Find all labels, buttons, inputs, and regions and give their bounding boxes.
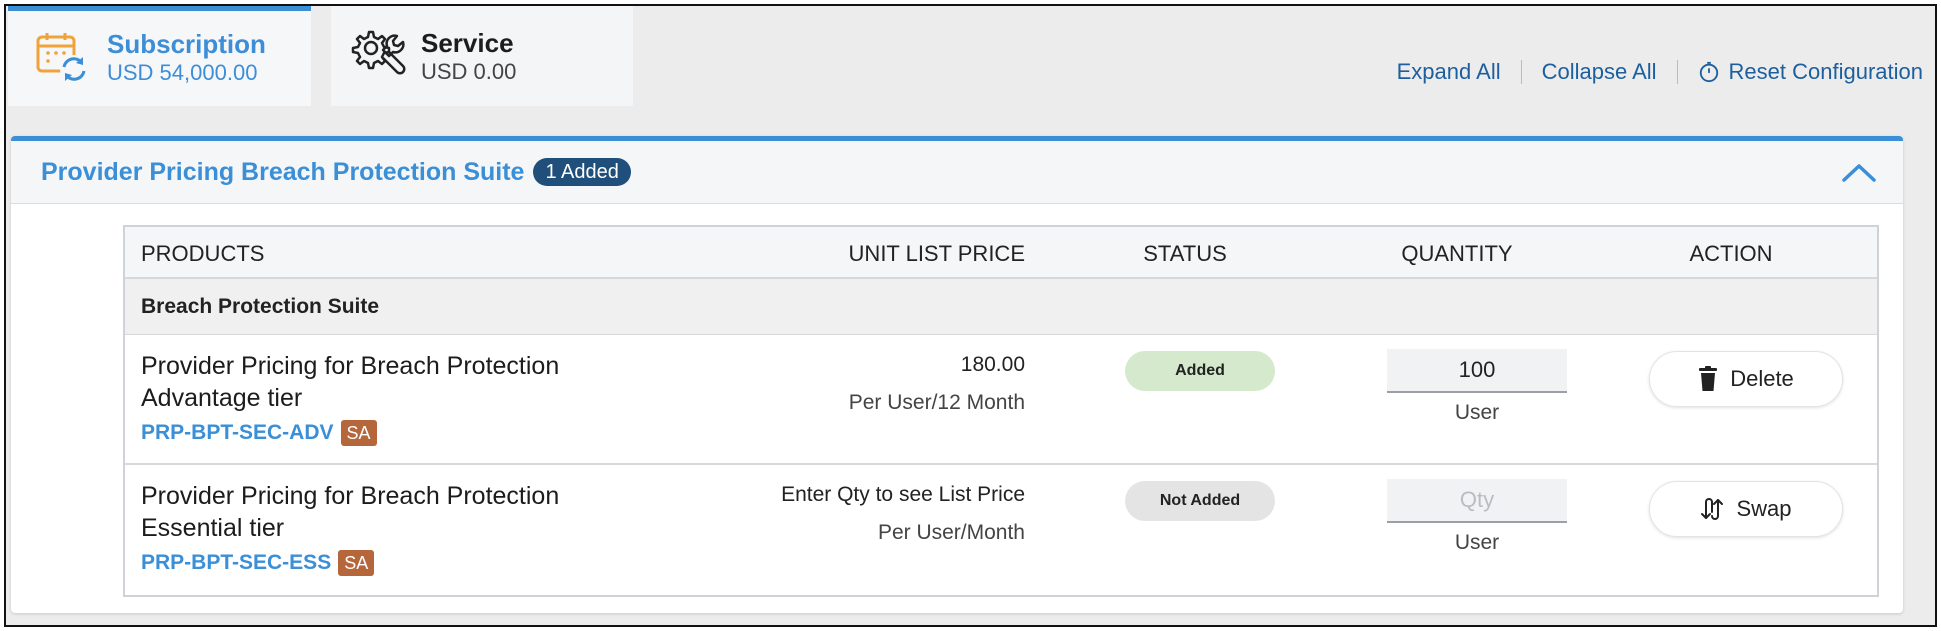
quantity-input[interactable] — [1387, 479, 1567, 523]
product-name-line1: Provider Pricing for Breach Protection — [141, 482, 560, 510]
product-name-line1: Provider Pricing for Breach Protection — [141, 352, 560, 380]
product-name: Provider Pricing for Breach Protection E… — [141, 480, 611, 544]
tab-subscription[interactable]: Subscription USD 54,000.00 — [8, 6, 311, 106]
suite-panel: Provider Pricing Breach Protection Suite… — [11, 136, 1903, 613]
added-count-badge: 1 Added — [533, 158, 631, 186]
tab-subscription-title: Subscription — [107, 29, 266, 59]
table-row: Provider Pricing for Breach Protection E… — [125, 465, 1877, 595]
sa-badge: SA — [340, 420, 377, 446]
sku-link[interactable]: PRP-BPT-SEC-ESS — [141, 551, 331, 575]
product-name: Provider Pricing for Breach Protection A… — [141, 350, 611, 414]
quantity-unit: User — [1454, 401, 1500, 424]
header-unit-list-price: UNIT LIST PRICE — [848, 241, 1025, 266]
swap-icon — [1701, 498, 1724, 520]
quantity-input[interactable] — [1387, 349, 1567, 393]
product-name-line2: Advantage tier — [141, 384, 303, 412]
trash-icon — [1699, 366, 1718, 391]
sku-link[interactable]: PRP-BPT-SEC-ADV — [141, 421, 334, 445]
header-quantity: QUANTITY — [1401, 241, 1513, 266]
chevron-up-icon[interactable] — [1841, 161, 1877, 183]
products-table: PRODUCTS UNIT LIST PRICE STATUS QUANTITY… — [123, 225, 1879, 597]
gear-wrench-icon — [351, 30, 406, 75]
product-sku: PRP-BPT-SEC-ADV SA — [141, 420, 377, 446]
timer-reset-icon — [1699, 61, 1718, 83]
tab-service-title: Service — [421, 28, 514, 58]
collapse-all-link[interactable]: Collapse All — [1522, 58, 1677, 86]
panel-header[interactable]: Provider Pricing Breach Protection Suite… — [11, 141, 1903, 204]
delete-label: Delete — [1730, 366, 1794, 391]
toolbar-actions: Expand All Collapse All Reset Configurat… — [1377, 58, 1923, 86]
panel-title: Provider Pricing Breach Protection Suite — [41, 157, 525, 186]
header-status: STATUS — [1143, 241, 1227, 266]
unit-price: 180.00 — [960, 353, 1025, 376]
header-products: PRODUCTS — [141, 241, 265, 266]
delete-button[interactable]: Delete — [1649, 351, 1843, 407]
table-header: PRODUCTS UNIT LIST PRICE STATUS QUANTITY… — [125, 227, 1877, 279]
app-frame: Subscription USD 54,000.00 Service USD 0… — [4, 4, 1937, 627]
swap-label: Swap — [1736, 496, 1792, 521]
status-badge: Not Added — [1125, 481, 1275, 521]
tab-service[interactable]: Service USD 0.00 — [331, 6, 633, 106]
tab-service-amount: USD 0.00 — [421, 59, 517, 84]
unit-price: Enter Qty to see List Price — [781, 483, 1025, 506]
product-name-line2: Essential tier — [141, 514, 285, 542]
tab-subscription-amount: USD 54,000.00 — [107, 60, 258, 85]
header-action: ACTION — [1689, 241, 1773, 266]
status-badge: Added — [1125, 351, 1275, 391]
group-row: Breach Protection Suite — [125, 279, 1877, 335]
reset-configuration-label: Reset Configuration — [1728, 59, 1923, 84]
reset-configuration-link[interactable]: Reset Configuration — [1678, 58, 1923, 86]
price-unit: Per User/12 Month — [848, 391, 1025, 414]
product-sku: PRP-BPT-SEC-ESS SA — [141, 550, 375, 576]
table-row: Provider Pricing for Breach Protection A… — [125, 335, 1877, 465]
quantity-unit: User — [1454, 531, 1500, 554]
sa-badge: SA — [338, 550, 375, 576]
calendar-refresh-icon — [36, 33, 88, 83]
price-unit: Per User/Month — [877, 521, 1025, 544]
expand-all-link[interactable]: Expand All — [1377, 58, 1521, 86]
swap-button[interactable]: Swap — [1649, 481, 1843, 537]
